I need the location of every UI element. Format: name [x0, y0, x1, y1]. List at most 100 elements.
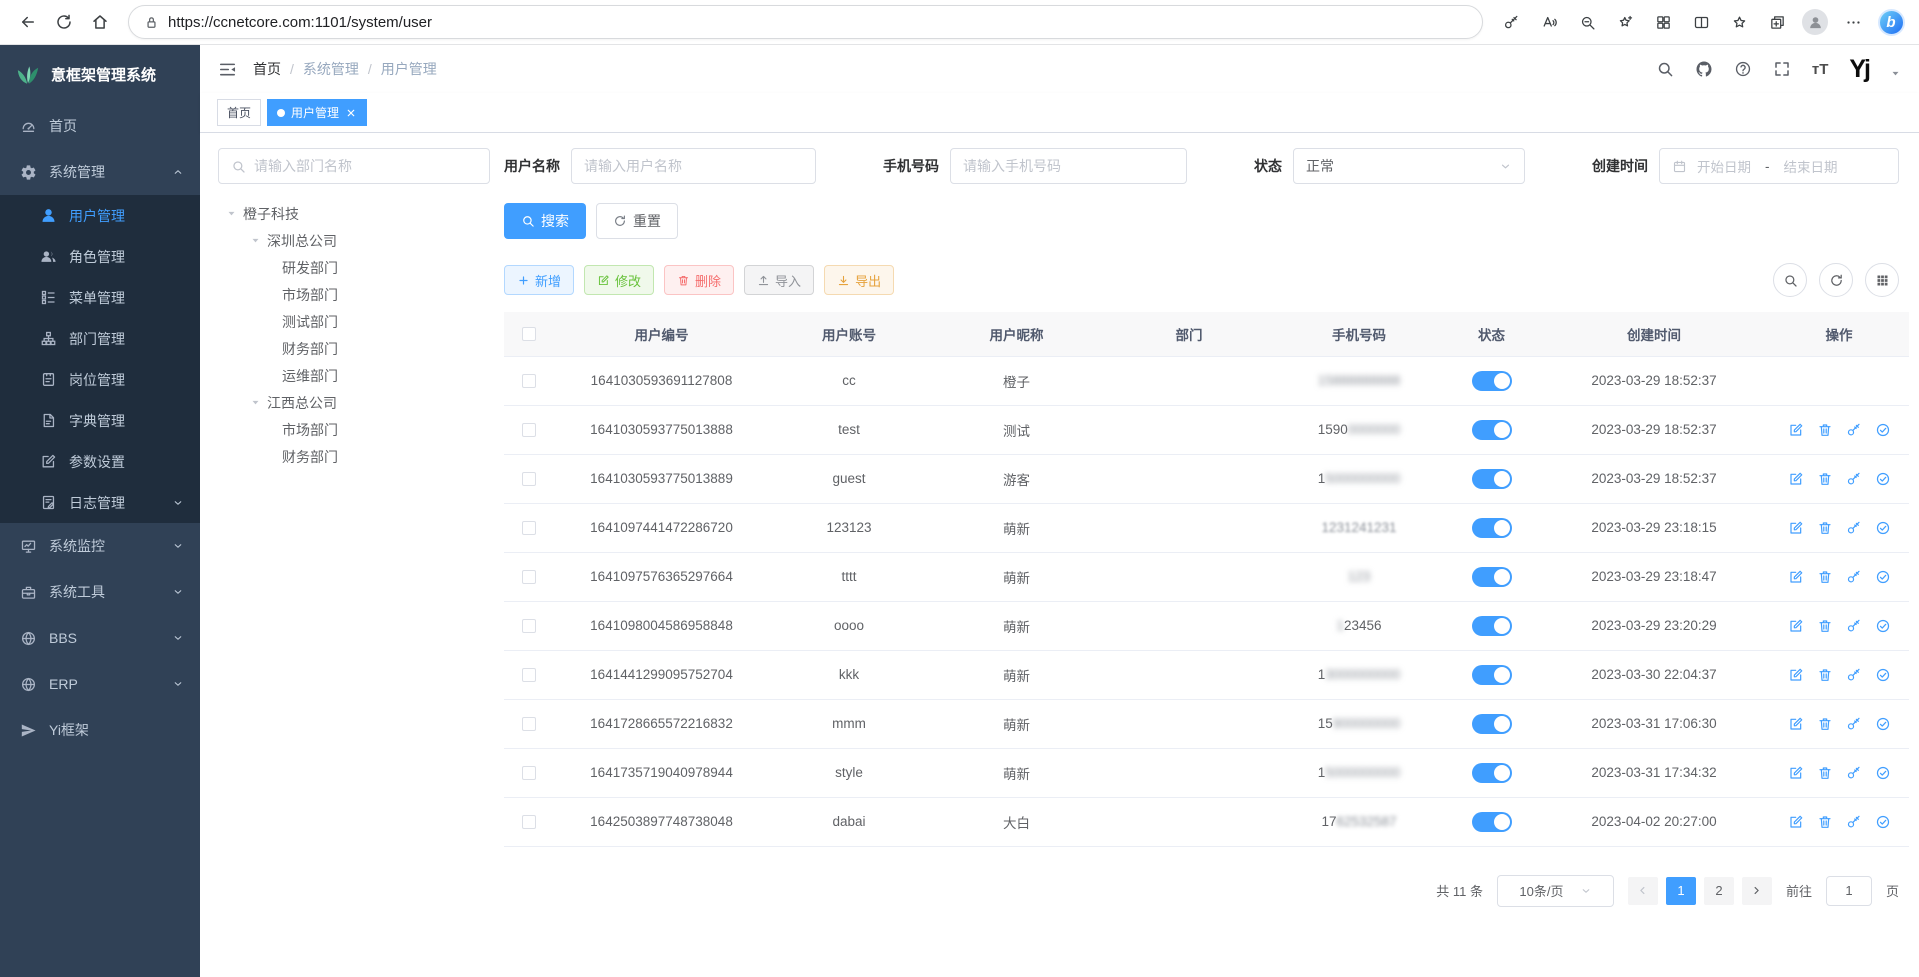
browser-refresh-button[interactable]	[46, 5, 82, 39]
sidebar-item-log-management[interactable]: 日志管理	[0, 482, 200, 523]
tree-node[interactable]: 测试部门	[218, 308, 490, 335]
edit-button[interactable]	[1788, 569, 1804, 585]
delete-button[interactable]	[1817, 667, 1833, 683]
add-button[interactable]: 新增	[504, 265, 574, 295]
delete-button[interactable]	[1817, 765, 1833, 781]
tree-node[interactable]: 橙子科技	[218, 200, 490, 227]
sidebar-collapse-icon[interactable]	[218, 60, 237, 79]
delete-button[interactable]	[1817, 471, 1833, 487]
delete-button[interactable]	[1817, 618, 1833, 634]
assign-role-button[interactable]	[1875, 814, 1891, 830]
tree-node[interactable]: 市场部门	[218, 281, 490, 308]
sidebar-item-dictionary-management[interactable]: 字典管理	[0, 400, 200, 441]
status-toggle[interactable]	[1472, 763, 1512, 783]
edit-button[interactable]	[1788, 618, 1804, 634]
row-checkbox[interactable]	[522, 619, 536, 633]
favorites-button[interactable]	[1721, 5, 1757, 39]
status-toggle[interactable]	[1472, 616, 1512, 636]
assign-role-button[interactable]	[1875, 765, 1891, 781]
status-toggle[interactable]	[1472, 567, 1512, 587]
split-screen-button[interactable]	[1683, 5, 1719, 39]
tree-node[interactable]: 财务部门	[218, 443, 490, 470]
edit-button[interactable]	[1788, 814, 1804, 830]
page-size-select[interactable]: 10条/页	[1497, 875, 1614, 907]
edit-button[interactable]	[1788, 667, 1804, 683]
row-checkbox[interactable]	[522, 766, 536, 780]
department-search-input[interactable]	[254, 158, 477, 174]
next-page-button[interactable]	[1742, 877, 1772, 905]
sidebar-item-role-management[interactable]: 角色管理	[0, 236, 200, 277]
address-bar[interactable]: https://ccnetcore.com:1101/system/user	[128, 5, 1483, 39]
reset-password-button[interactable]	[1846, 569, 1862, 585]
row-checkbox[interactable]	[522, 521, 536, 535]
tab-user-management[interactable]: 用户管理	[267, 99, 367, 126]
edit-button[interactable]	[1788, 471, 1804, 487]
delete-button[interactable]	[1817, 422, 1833, 438]
reset-password-button[interactable]	[1846, 814, 1862, 830]
add-favorite-button[interactable]	[1607, 5, 1643, 39]
assign-role-button[interactable]	[1875, 667, 1891, 683]
font-size-icon[interactable]: тT	[1812, 61, 1829, 78]
tree-node[interactable]: 财务部门	[218, 335, 490, 362]
row-checkbox[interactable]	[522, 423, 536, 437]
status-toggle[interactable]	[1472, 812, 1512, 832]
assign-role-button[interactable]	[1875, 422, 1891, 438]
row-checkbox[interactable]	[522, 472, 536, 486]
tree-node[interactable]: 市场部门	[218, 416, 490, 443]
browser-home-button[interactable]	[82, 5, 118, 39]
breadcrumb-item[interactable]: 首页	[253, 59, 281, 79]
status-toggle[interactable]	[1472, 665, 1512, 685]
sidebar-item-home[interactable]: 首页	[0, 103, 200, 149]
assign-role-button[interactable]	[1875, 569, 1891, 585]
fullscreen-icon[interactable]	[1773, 60, 1791, 78]
help-icon[interactable]	[1734, 60, 1752, 78]
password-manager-button[interactable]	[1493, 5, 1529, 39]
status-toggle[interactable]	[1472, 420, 1512, 440]
export-button[interactable]: 导出	[824, 265, 894, 295]
page-button-2[interactable]: 2	[1704, 877, 1734, 905]
prev-page-button[interactable]	[1628, 877, 1658, 905]
edit-button[interactable]	[1788, 422, 1804, 438]
reset-password-button[interactable]	[1846, 520, 1862, 536]
username-input[interactable]	[584, 158, 803, 174]
row-checkbox[interactable]	[522, 668, 536, 682]
reset-password-button[interactable]	[1846, 765, 1862, 781]
status-toggle[interactable]	[1472, 371, 1512, 391]
columns-button[interactable]	[1865, 263, 1899, 297]
edit-button[interactable]	[1788, 765, 1804, 781]
phone-input[interactable]	[963, 158, 1174, 174]
tree-node[interactable]: 江西总公司	[218, 389, 490, 416]
collections-button[interactable]	[1759, 5, 1795, 39]
tree-node[interactable]: 运维部门	[218, 362, 490, 389]
search-button[interactable]: 搜索	[504, 203, 586, 239]
browser-menu-button[interactable]	[1835, 5, 1871, 39]
sidebar-item-parameter-settings[interactable]: 参数设置	[0, 441, 200, 482]
sidebar-item-system-tools[interactable]: 系统工具	[0, 569, 200, 615]
status-select[interactable]: 正常	[1293, 148, 1525, 184]
sidebar-item-department-management[interactable]: 部门管理	[0, 318, 200, 359]
github-icon[interactable]	[1695, 60, 1713, 78]
tree-node[interactable]: 深圳总公司	[218, 227, 490, 254]
delete-button[interactable]	[1817, 520, 1833, 536]
reset-password-button[interactable]	[1846, 471, 1862, 487]
edit-button[interactable]	[1788, 520, 1804, 536]
row-checkbox[interactable]	[522, 374, 536, 388]
reset-password-button[interactable]	[1846, 422, 1862, 438]
search-icon[interactable]	[1656, 60, 1674, 78]
row-checkbox[interactable]	[522, 570, 536, 584]
browser-back-button[interactable]	[10, 5, 46, 39]
delete-button[interactable]	[1817, 569, 1833, 585]
delete-button[interactable]	[1817, 814, 1833, 830]
sidebar-item-user-management[interactable]: 用户管理	[0, 195, 200, 236]
sidebar-item-bbs[interactable]: BBS	[0, 615, 200, 661]
sidebar-item-yi-framework[interactable]: Yi框架	[0, 707, 200, 753]
page-button-1[interactable]: 1	[1666, 877, 1696, 905]
date-range-picker[interactable]: 开始日期 - 结束日期	[1659, 148, 1899, 184]
sidebar-item-post-management[interactable]: 岗位管理	[0, 359, 200, 400]
row-checkbox[interactable]	[522, 815, 536, 829]
import-button[interactable]: 导入	[744, 265, 814, 295]
row-checkbox[interactable]	[522, 717, 536, 731]
extensions-button[interactable]	[1645, 5, 1681, 39]
zoom-button[interactable]	[1569, 5, 1605, 39]
user-avatar-logo[interactable]: Yj	[1849, 55, 1869, 84]
